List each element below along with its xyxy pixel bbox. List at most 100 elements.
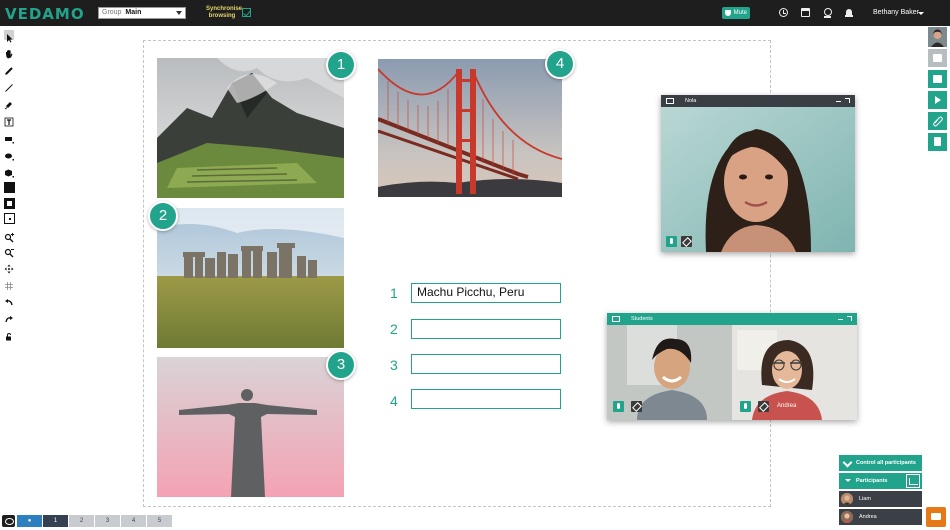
teacher-mic-icon[interactable]: [666, 236, 677, 247]
teacher-settings-icon[interactable]: [681, 236, 692, 247]
chart-icon[interactable]: [906, 474, 920, 488]
pointer-icon[interactable]: [4, 30, 14, 43]
image-badge-3: 3: [326, 350, 356, 380]
redo-icon[interactable]: [4, 312, 14, 323]
student-left-settings-icon[interactable]: [631, 401, 642, 412]
participants-header-label: Participants: [856, 478, 888, 484]
users-side-icon[interactable]: [928, 49, 947, 67]
zoom-in-icon[interactable]: [4, 230, 14, 243]
wrench-icon: [842, 457, 853, 468]
users-glyph: [933, 54, 942, 62]
user-menu-chevron-icon[interactable]: [918, 12, 924, 15]
vedamo-logo: VEDAMO: [5, 5, 85, 23]
expand-icon[interactable]: [847, 316, 852, 321]
image-badge-1: 1: [326, 50, 356, 80]
lock-icon[interactable]: [4, 329, 14, 341]
chat-icon[interactable]: [926, 507, 946, 527]
document-glyph: [934, 137, 941, 146]
teacher-video-header[interactable]: Nola: [661, 95, 855, 107]
chat-side-icon[interactable]: [928, 70, 947, 88]
participant-name: Andrea: [859, 514, 877, 520]
teacher-cap-icon: [666, 98, 674, 104]
students-video-header[interactable]: Students: [607, 313, 857, 325]
question-number-4: 4: [390, 393, 398, 409]
zoom-out-icon[interactable]: [4, 245, 14, 258]
cube-icon[interactable]: [4, 165, 14, 178]
answer-field-3[interactable]: [411, 354, 561, 374]
calendar-icon[interactable]: [801, 8, 810, 17]
answer-field-1[interactable]: Machu Picchu, Peru: [411, 283, 561, 303]
avatar: [841, 511, 853, 523]
chevron-down-icon: [176, 11, 182, 15]
app-root: VEDAMO Group Main Synchronise browsing M…: [0, 0, 950, 530]
participant-row[interactable]: Liam: [839, 491, 922, 507]
play-side-icon[interactable]: [928, 91, 947, 109]
page-button-4[interactable]: 4: [121, 515, 146, 527]
answer-field-4[interactable]: [411, 389, 561, 409]
page-button-1[interactable]: 1: [43, 515, 68, 527]
group-select[interactable]: Group Main: [98, 7, 186, 19]
student-right-settings-icon[interactable]: [758, 401, 769, 412]
minimize-icon[interactable]: [836, 101, 841, 102]
stonehenge-image[interactable]: [157, 208, 344, 348]
question-number-1: 1: [390, 285, 398, 301]
mute-button-label: Mute: [733, 10, 747, 16]
rectangle-icon[interactable]: [4, 131, 14, 144]
students-video-title: Students: [631, 316, 653, 322]
stroke-color-icon[interactable]: [4, 198, 15, 209]
mute-icon: [725, 10, 731, 16]
text-icon[interactable]: [4, 114, 14, 127]
golden-gate-image[interactable]: [378, 59, 562, 197]
user-avatar-button[interactable]: [928, 27, 947, 47]
teacher-video-window[interactable]: Nola: [661, 95, 855, 252]
pen-icon[interactable]: [4, 63, 14, 75]
students-video-window[interactable]: Students Andrea: [607, 313, 857, 420]
question-number-2: 2: [390, 321, 398, 337]
minimize-icon[interactable]: [838, 319, 843, 320]
mute-button[interactable]: Mute: [722, 7, 750, 19]
student-right-mic-icon[interactable]: [740, 401, 751, 412]
clock-icon[interactable]: [779, 8, 788, 17]
bell-icon[interactable]: [845, 8, 854, 17]
grid-icon[interactable]: [4, 278, 14, 290]
participant-row[interactable]: Andrea: [839, 509, 922, 525]
page-button-2[interactable]: 2: [69, 515, 94, 527]
question-number-3: 3: [390, 357, 398, 373]
image-badge-2: 2: [148, 201, 178, 231]
attachment-side-icon[interactable]: [928, 112, 947, 130]
ellipse-icon[interactable]: [4, 148, 14, 161]
line-icon[interactable]: [4, 80, 14, 92]
chat-glyph: [933, 75, 942, 83]
control-all-label: Control all participants: [856, 460, 916, 466]
expand-icon[interactable]: [845, 98, 850, 103]
page-button-3[interactable]: 3: [95, 515, 120, 527]
eye-icon[interactable]: [2, 515, 15, 527]
participants-header[interactable]: Participants: [839, 473, 922, 489]
document-side-icon[interactable]: [928, 133, 947, 151]
collapse-caret-icon: [845, 479, 851, 482]
avatar: [841, 493, 853, 505]
fill-color-icon[interactable]: [4, 182, 15, 193]
sync-browsing-checkbox[interactable]: [242, 8, 251, 17]
undo-icon[interactable]: [4, 295, 14, 306]
highlighter-icon[interactable]: [4, 97, 14, 110]
teacher-video-feed: [661, 107, 855, 252]
group-select-value: Main: [125, 9, 142, 16]
student-right-name: Andrea: [777, 403, 797, 409]
user-menu[interactable]: Bethany Baker: [873, 9, 919, 16]
pager-overview-button[interactable]: ●: [17, 515, 42, 527]
image-badge-4: 4: [545, 49, 575, 79]
size-icon[interactable]: [4, 213, 15, 224]
move-icon[interactable]: [4, 261, 14, 274]
machu-picchu-image[interactable]: [157, 58, 344, 198]
answer-field-2[interactable]: [411, 319, 561, 339]
students-group-icon: [612, 316, 620, 322]
hand-icon[interactable]: [4, 46, 14, 59]
control-all-participants-button[interactable]: Control all participants: [839, 455, 922, 471]
student-left-mic-icon[interactable]: [613, 401, 624, 412]
top-bar: VEDAMO Group Main Synchronise browsing M…: [0, 0, 950, 26]
page-button-5[interactable]: 5: [147, 515, 172, 527]
webcam-icon[interactable]: [823, 8, 832, 18]
christ-redeemer-image[interactable]: [157, 357, 344, 497]
group-select-label: Group: [102, 9, 122, 16]
